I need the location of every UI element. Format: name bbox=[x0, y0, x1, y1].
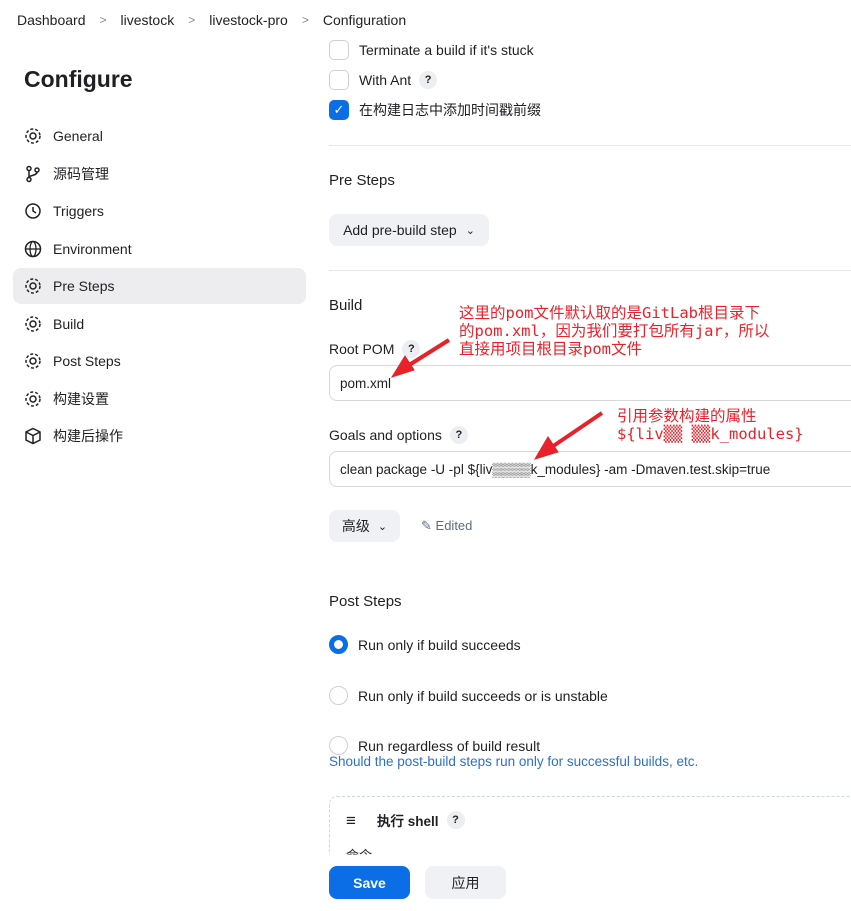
annotation-arrows bbox=[390, 338, 604, 460]
save-button[interactable]: Save bbox=[329, 866, 410, 899]
arrowhead bbox=[533, 436, 559, 460]
arrowhead bbox=[390, 355, 415, 378]
footer-bar: Save 应用 bbox=[0, 855, 851, 911]
apply-button[interactable]: 应用 bbox=[425, 866, 506, 899]
